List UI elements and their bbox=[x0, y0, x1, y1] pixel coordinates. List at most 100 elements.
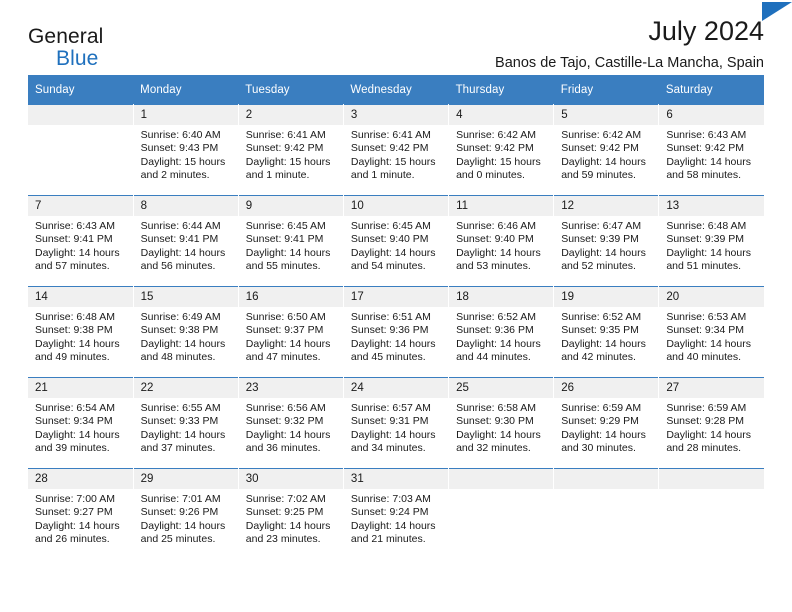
daylight-duration-line2: and 45 minutes. bbox=[350, 351, 426, 364]
calendar-day-cell[interactable]: 8 Sunrise: 6:44 AM Sunset: 9:41 PM Daylight… bbox=[133, 195, 239, 287]
daylight-duration-line1: Daylight: 14 hours bbox=[350, 246, 436, 259]
daylight-duration-line1: Daylight: 15 hours bbox=[350, 155, 436, 168]
day-number: 21 bbox=[28, 378, 133, 398]
calendar-day-cell[interactable]: 10 Sunrise: 6:45 AM Sunset: 9:40 PM Dayligh… bbox=[343, 195, 450, 287]
brand-name-blue: Blue bbox=[56, 47, 99, 70]
daylight-duration-line1: Daylight: 14 hours bbox=[666, 428, 751, 441]
calendar-day-cell[interactable]: 11 Sunrise: 6:46 AM Sunset: 9:40 PM Dayligh… bbox=[448, 195, 555, 287]
daylight-duration-line2: and 53 minutes. bbox=[456, 260, 531, 273]
day-details: Sunrise: 6:42 AM Sunset: 9:42 PM Daylight:… bbox=[449, 125, 553, 183]
sunset-time: Sunset: 9:36 PM bbox=[350, 324, 429, 337]
calendar-day-cell[interactable]: 21 Sunrise: 6:54 AM Sunset: 9:34 PM Dayligh… bbox=[28, 377, 134, 469]
calendar-day-cell[interactable]: 18 Sunrise: 6:52 AM Sunset: 9:36 PM Dayligh… bbox=[448, 286, 555, 378]
day-number bbox=[28, 105, 133, 125]
sunrise-time: Sunrise: 6:59 AM bbox=[666, 402, 747, 414]
daylight-duration-line2: and 1 minute. bbox=[245, 169, 310, 182]
weekday-header-thursday: Thursday bbox=[448, 75, 554, 105]
brand-logo[interactable]: General Blue bbox=[28, 0, 792, 70]
day-number: 24 bbox=[343, 378, 449, 398]
calendar-day-cell[interactable]: 13 Sunrise: 6:48 AM Sunset: 9:39 PM Dayligh… bbox=[658, 195, 764, 287]
calendar-day-cell[interactable]: 20 Sunrise: 6:53 AM Sunset: 9:34 PM Dayligh… bbox=[658, 286, 764, 378]
sunset-time: Sunset: 9:43 PM bbox=[140, 142, 219, 155]
sunrise-time: Sunrise: 6:41 AM bbox=[245, 129, 326, 141]
calendar-day-cell[interactable]: 7 Sunrise: 6:43 AM Sunset: 9:41 PM Daylight… bbox=[28, 195, 134, 287]
day-number: 26 bbox=[554, 378, 659, 398]
sunset-time: Sunset: 9:42 PM bbox=[245, 142, 324, 155]
brand-name-general: General bbox=[28, 25, 104, 48]
day-details: Sunrise: 7:02 AM Sunset: 9:25 PM Daylight:… bbox=[239, 489, 343, 547]
sunset-time: Sunset: 9:36 PM bbox=[456, 324, 534, 337]
day-number: 19 bbox=[554, 287, 659, 307]
daylight-duration-line1: Daylight: 14 hours bbox=[245, 519, 331, 532]
day-number: 6 bbox=[659, 105, 764, 125]
day-number: 28 bbox=[28, 469, 133, 489]
calendar-day-cell[interactable]: 16 Sunrise: 6:50 AM Sunset: 9:37 PM Dayligh… bbox=[238, 286, 344, 378]
day-details: Sunrise: 6:45 AM Sunset: 9:40 PM Daylight:… bbox=[344, 216, 448, 274]
sunset-time: Sunset: 9:40 PM bbox=[350, 233, 429, 246]
calendar-day-cell[interactable]: 26 Sunrise: 6:59 AM Sunset: 9:29 PM Dayligh… bbox=[553, 377, 660, 469]
calendar-day-cell[interactable]: 2 Sunrise: 6:41 AM Sunset: 9:42 PM Daylight… bbox=[238, 104, 344, 196]
weekday-header-row: Sunday Monday Tuesday Wednesday Thursday… bbox=[28, 75, 764, 105]
daylight-duration-line1: Daylight: 14 hours bbox=[456, 337, 541, 350]
calendar-day-cell[interactable]: 17 Sunrise: 6:51 AM Sunset: 9:36 PM Dayligh… bbox=[343, 286, 450, 378]
day-details: Sunrise: 6:50 AM Sunset: 9:37 PM Daylight:… bbox=[239, 307, 343, 365]
calendar-day-cell[interactable]: 14 Sunrise: 6:48 AM Sunset: 9:38 PM Dayligh… bbox=[28, 286, 134, 378]
calendar-day-cell[interactable]: 12 Sunrise: 6:47 AM Sunset: 9:39 PM Dayligh… bbox=[553, 195, 660, 287]
daylight-duration-line1: Daylight: 14 hours bbox=[561, 337, 646, 350]
calendar-day-cell-empty bbox=[553, 468, 660, 559]
sunset-time: Sunset: 9:42 PM bbox=[456, 142, 534, 155]
calendar-day-cell[interactable]: 28 Sunrise: 7:00 AM Sunset: 9:27 PM Dayligh… bbox=[28, 468, 134, 559]
sunset-time: Sunset: 9:28 PM bbox=[666, 415, 744, 428]
daylight-duration-line2: and 23 minutes. bbox=[245, 533, 321, 546]
page-title: July 2024 bbox=[648, 16, 764, 46]
calendar-day-cell[interactable]: 31 Sunrise: 7:03 AM Sunset: 9:24 PM Dayligh… bbox=[343, 468, 450, 559]
calendar-day-cell[interactable]: 25 Sunrise: 6:58 AM Sunset: 9:30 PM Dayligh… bbox=[448, 377, 555, 469]
sunrise-time: Sunrise: 6:54 AM bbox=[35, 402, 115, 414]
day-number: 18 bbox=[449, 287, 554, 307]
calendar-day-cell[interactable]: 24 Sunrise: 6:57 AM Sunset: 9:31 PM Dayligh… bbox=[343, 377, 450, 469]
calendar-day-cell[interactable]: 5 Sunrise: 6:42 AM Sunset: 9:42 PM Daylight… bbox=[553, 104, 660, 196]
calendar-day-cell[interactable]: 15 Sunrise: 6:49 AM Sunset: 9:38 PM Dayligh… bbox=[133, 286, 239, 378]
day-number: 16 bbox=[238, 287, 343, 307]
calendar-week-row: 28 Sunrise: 7:00 AM Sunset: 9:27 PM Dayligh… bbox=[28, 468, 764, 559]
sunrise-time: Sunrise: 6:48 AM bbox=[35, 311, 115, 323]
day-details: Sunrise: 6:59 AM Sunset: 9:28 PM Daylight:… bbox=[659, 398, 764, 456]
calendar-day-cell[interactable]: 4 Sunrise: 6:42 AM Sunset: 9:42 PM Daylight… bbox=[448, 104, 555, 196]
calendar-day-cell[interactable]: 6 Sunrise: 6:43 AM Sunset: 9:42 PM Daylight… bbox=[658, 104, 764, 196]
daylight-duration-line1: Daylight: 14 hours bbox=[140, 246, 226, 259]
calendar-body: 1 Sunrise: 6:40 AM Sunset: 9:43 PM Daylight… bbox=[28, 104, 764, 559]
day-details: Sunrise: 6:52 AM Sunset: 9:36 PM Daylight:… bbox=[449, 307, 553, 365]
day-number: 29 bbox=[133, 469, 238, 489]
calendar-head: Sunday Monday Tuesday Wednesday Thursday… bbox=[28, 75, 764, 105]
calendar-day-cell[interactable]: 27 Sunrise: 6:59 AM Sunset: 9:28 PM Dayligh… bbox=[658, 377, 764, 469]
daylight-duration-line2: and 47 minutes. bbox=[245, 351, 321, 364]
calendar-day-cell[interactable]: 9 Sunrise: 6:45 AM Sunset: 9:41 PM Daylight… bbox=[238, 195, 344, 287]
daylight-duration-line2: and 54 minutes. bbox=[350, 260, 426, 273]
day-details: Sunrise: 6:57 AM Sunset: 9:31 PM Daylight:… bbox=[344, 398, 448, 456]
day-number: 11 bbox=[449, 196, 554, 216]
daylight-duration-line2: and 57 minutes. bbox=[35, 260, 110, 273]
sunrise-time: Sunrise: 6:50 AM bbox=[245, 311, 326, 323]
sunset-time: Sunset: 9:35 PM bbox=[561, 324, 639, 337]
daylight-duration-line2: and 51 minutes. bbox=[666, 260, 742, 273]
location-subtitle: Banos de Tajo, Castille-La Mancha, Spain bbox=[495, 55, 764, 72]
sunrise-time: Sunrise: 7:01 AM bbox=[140, 493, 221, 505]
sunrise-time: Sunrise: 6:43 AM bbox=[666, 129, 747, 141]
sunrise-time: Sunrise: 6:41 AM bbox=[350, 129, 431, 141]
daylight-duration-line1: Daylight: 14 hours bbox=[456, 246, 541, 259]
day-details: Sunrise: 7:00 AM Sunset: 9:27 PM Daylight:… bbox=[28, 489, 133, 547]
daylight-duration-line2: and 40 minutes. bbox=[666, 351, 742, 364]
calendar-day-cell[interactable]: 19 Sunrise: 6:52 AM Sunset: 9:35 PM Dayligh… bbox=[553, 286, 660, 378]
day-number: 12 bbox=[554, 196, 659, 216]
daylight-duration-line1: Daylight: 14 hours bbox=[666, 337, 751, 350]
sunset-time: Sunset: 9:31 PM bbox=[350, 415, 429, 428]
calendar-day-cell[interactable]: 23 Sunrise: 6:56 AM Sunset: 9:32 PM Dayligh… bbox=[238, 377, 344, 469]
sunset-time: Sunset: 9:42 PM bbox=[561, 142, 639, 155]
calendar-day-cell[interactable]: 30 Sunrise: 7:02 AM Sunset: 9:25 PM Dayligh… bbox=[238, 468, 344, 559]
daylight-duration-line1: Daylight: 14 hours bbox=[35, 519, 120, 532]
calendar-day-cell[interactable]: 1 Sunrise: 6:40 AM Sunset: 9:43 PM Daylight… bbox=[133, 104, 239, 196]
day-details: Sunrise: 6:40 AM Sunset: 9:43 PM Daylight:… bbox=[134, 125, 238, 183]
calendar-day-cell[interactable]: 3 Sunrise: 6:41 AM Sunset: 9:42 PM Daylight… bbox=[343, 104, 450, 196]
calendar-day-cell[interactable]: 22 Sunrise: 6:55 AM Sunset: 9:33 PM Dayligh… bbox=[133, 377, 239, 469]
calendar-day-cell[interactable]: 29 Sunrise: 7:01 AM Sunset: 9:26 PM Dayligh… bbox=[133, 468, 239, 559]
